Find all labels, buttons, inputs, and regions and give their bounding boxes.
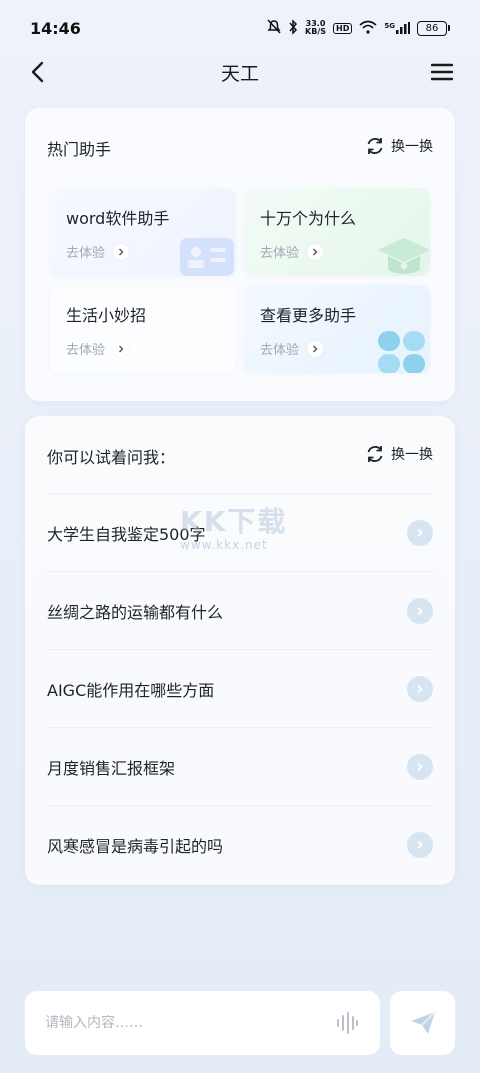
wifi-icon	[359, 20, 377, 37]
refresh-icon	[367, 138, 383, 154]
tile-action-label: 去体验	[66, 246, 106, 261]
suggestions-title: 你可以试着问我：	[47, 448, 176, 467]
suggestion-item[interactable]: 大学生自我鉴定500字	[47, 493, 433, 571]
voice-button[interactable]	[334, 1010, 360, 1036]
assistant-tile-why[interactable]: 十万个为什么 去体验	[244, 188, 430, 276]
menu-button[interactable]	[428, 58, 456, 86]
tile-action: 去体验	[260, 339, 324, 358]
battery-level: 86	[417, 20, 447, 36]
tile-title: 生活小妙招	[66, 306, 147, 325]
suggestions-refresh-button[interactable]: 换一换	[365, 444, 433, 464]
back-button[interactable]	[24, 58, 52, 86]
message-input[interactable]	[45, 1015, 334, 1031]
status-time: 14:46	[30, 18, 81, 38]
grid-apps-icon	[378, 331, 425, 373]
hamburger-menu-icon	[431, 63, 453, 81]
message-input-box	[25, 991, 380, 1055]
suggestion-item[interactable]: 丝绸之路的运输都有什么	[47, 571, 433, 649]
tile-title: 查看更多助手	[260, 306, 357, 325]
status-icons: 33.0 KB/S HD 5G 86	[267, 18, 450, 38]
suggestion-text: AIGC能作用在哪些方面	[47, 680, 215, 700]
send-button[interactable]	[390, 991, 455, 1055]
chevron-right-icon[interactable]	[407, 754, 433, 780]
suggestion-text: 风寒感冒是病毒引起的吗	[47, 836, 224, 856]
hd-badge: HD	[333, 22, 353, 34]
chevron-right-icon	[113, 340, 130, 357]
assistant-tile-word[interactable]: word软件助手 去体验	[50, 188, 236, 276]
bluetooth-icon	[288, 18, 298, 38]
suggestion-text: 月度销售汇报框架	[47, 758, 176, 778]
assistant-tile-more[interactable]: 查看更多助手 去体验	[244, 285, 430, 373]
hot-assistants-card: 热门助手 换一换 word软件助手 去体验 十万个为什么 去体验 生活小妙招 去…	[25, 108, 455, 401]
hot-refresh-label: 换一换	[391, 139, 433, 155]
chevron-right-icon	[113, 243, 130, 260]
chevron-right-icon	[307, 340, 324, 357]
signal-label: 5G	[384, 22, 395, 30]
nav-bar: 天工	[0, 50, 480, 94]
chevron-right-icon[interactable]	[407, 520, 433, 546]
tile-action: 去体验	[66, 242, 130, 261]
id-card-icon	[180, 238, 234, 276]
assistant-tile-life-tips[interactable]: 生活小妙招 去体验	[50, 285, 236, 373]
hot-assistants-title: 热门助手	[47, 140, 112, 159]
chevron-right-icon	[307, 243, 324, 260]
suggestion-item[interactable]: 月度销售汇报框架	[47, 727, 433, 805]
refresh-icon	[367, 446, 383, 462]
mute-icon	[267, 18, 281, 38]
chevron-right-icon[interactable]	[407, 598, 433, 624]
chevron-left-icon	[31, 61, 44, 83]
tile-action-label: 去体验	[66, 343, 106, 358]
battery-icon: 86	[417, 20, 450, 36]
net-speed: 33.0 KB/S	[305, 20, 326, 36]
paper-plane-icon	[410, 1011, 436, 1034]
tile-action-label: 去体验	[260, 343, 300, 358]
hot-refresh-button[interactable]: 换一换	[365, 136, 433, 156]
tile-title: word软件助手	[66, 209, 170, 228]
suggestion-item[interactable]: AIGC能作用在哪些方面	[47, 649, 433, 727]
suggestion-text: 大学生自我鉴定500字	[47, 524, 206, 544]
chevron-right-icon[interactable]	[407, 832, 433, 858]
suggestion-item[interactable]: 风寒感冒是病毒引起的吗	[47, 805, 433, 883]
status-bar: 14:46 33.0 KB/S HD 5G 86	[0, 0, 480, 56]
tile-action-label: 去体验	[260, 246, 300, 261]
voice-wave-icon	[337, 1012, 358, 1034]
tile-title: 十万个为什么	[260, 209, 357, 228]
suggestions-card: 你可以试着问我： 换一换 大学生自我鉴定500字 丝绸之路的运输都有什么 AIG…	[25, 416, 455, 885]
suggestions-refresh-label: 换一换	[391, 447, 433, 463]
graduation-cap-icon	[378, 238, 430, 274]
suggestion-text: 丝绸之路的运输都有什么	[47, 602, 224, 622]
net-speed-unit: KB/S	[305, 27, 327, 36]
signal-icon: 5G	[384, 22, 410, 34]
tile-action: 去体验	[260, 242, 324, 261]
tile-action: 去体验	[66, 339, 130, 358]
chevron-right-icon[interactable]	[407, 676, 433, 702]
page-title: 天工	[220, 62, 259, 85]
